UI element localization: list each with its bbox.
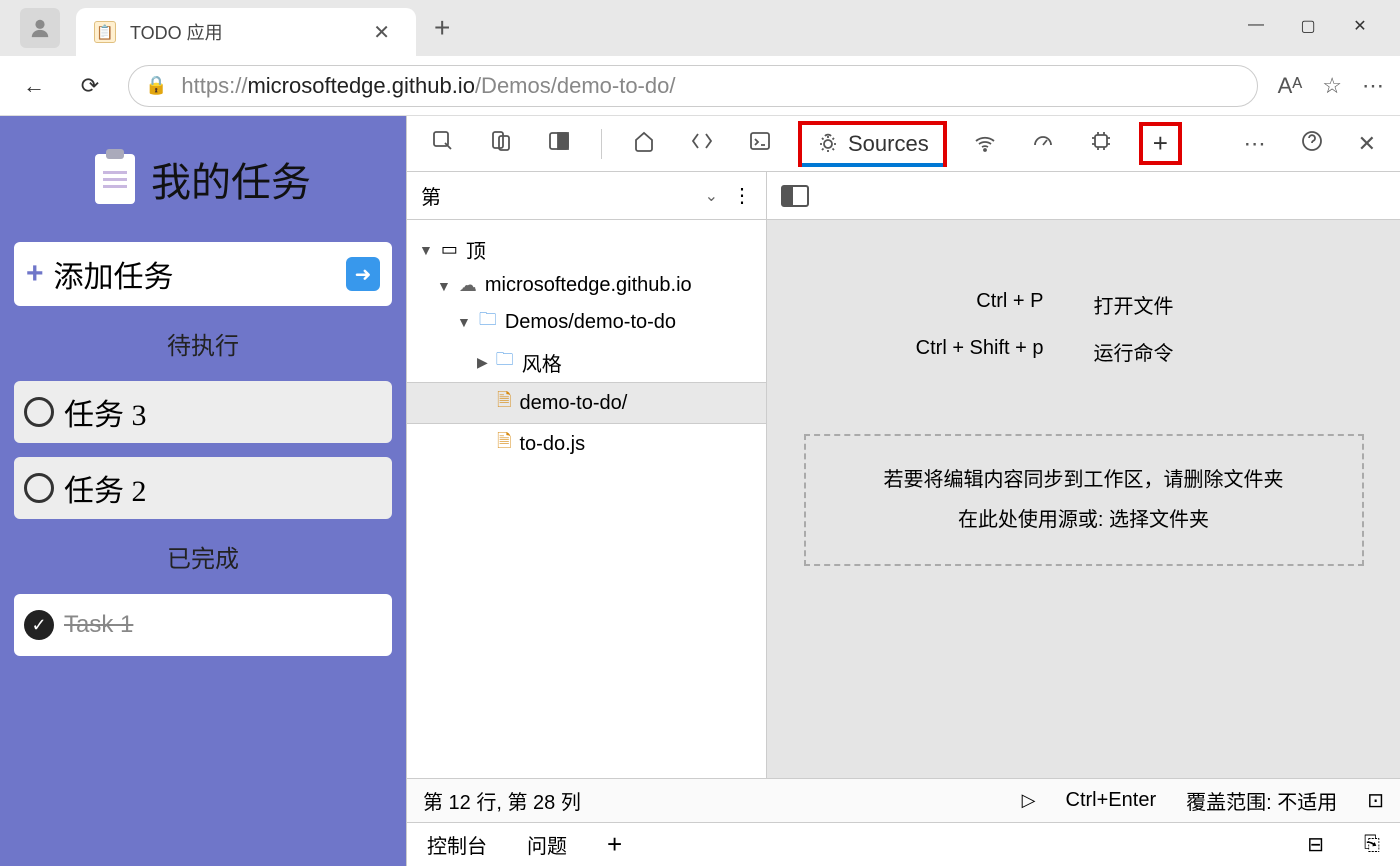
more-button[interactable]: ⋯ [1362,73,1384,99]
more-tabs-button[interactable]: + [1139,122,1182,165]
source-map-icon[interactable]: ⊡ [1367,788,1384,813]
pending-section-label: 待执行 [14,320,392,367]
task-item[interactable]: 任务 2 [14,457,392,519]
drawer-add-tab[interactable]: + [607,829,622,860]
drawer-icon-1[interactable]: ⊟ [1307,832,1324,857]
tree-top[interactable]: ▼▭顶 [407,230,766,269]
url-text: https://microsoftedge.github.io/Demos/de… [181,73,1240,99]
url-box[interactable]: 🔒 https://microsoftedge.github.io/Demos/… [128,65,1258,107]
app-header: 我的任务 [14,130,392,228]
editor-placeholder: Ctrl + P 打开文件 Ctrl + Shift + p 运行命令 若要将编辑内… [767,220,1400,778]
settings-menu-icon[interactable]: ⋯ [1236,125,1274,163]
tab-close-icon[interactable]: ✕ [365,16,398,49]
maximize-button[interactable]: ▢ [1298,16,1318,36]
todo-app: 我的任务 + 添加任务 ➜ 待执行 任务 3 任务 2 已完成 ✓ Task 1 [0,116,406,866]
tree-file-html[interactable]: 🗎demo-to-do/ [407,382,766,424]
performance-tab-icon[interactable] [1023,123,1063,165]
console-tab-icon[interactable] [740,123,780,165]
shortcut-key: Ctrl + P [874,290,1044,319]
sources-tab-label: Sources [848,131,929,157]
toggle-navigator-icon[interactable] [781,185,809,207]
plus-icon: + [26,257,44,291]
task-text: 任务 2 [64,466,147,510]
tree-host[interactable]: ▼☁microsoftedge.github.io [407,269,766,302]
completed-section-label: 已完成 [14,533,392,580]
browser-tab[interactable]: 📋 TODO 应用 ✕ [76,8,416,56]
window-titlebar: 📋 TODO 应用 ✕ + — ▢ ✕ [0,0,1400,56]
drop-text-2: 在此处使用源或: 选择文件夹 [846,500,1322,540]
drawer-icon-2[interactable]: ⎘ [1364,833,1380,856]
tree-path[interactable]: ▼🗀Demos/demo-to-do [407,302,766,342]
checkbox-unchecked-icon[interactable] [24,473,54,503]
drawer-issues-tab[interactable]: 问题 [527,830,567,859]
devtools-tabs: Sources + ⋯ ✕ [407,116,1400,172]
tree-file-js[interactable]: 🗎to-do.js [407,424,766,464]
tab-favicon: 📋 [94,21,116,43]
elements-tab-icon[interactable] [682,123,722,165]
shortcut-label: 运行命令 [1094,337,1294,366]
task-text: Task 1 [64,611,133,639]
minimize-button[interactable]: — [1246,16,1266,36]
cursor-position: 第 12 行, 第 28 列 [423,786,581,815]
drop-text-1: 若要将编辑内容同步到工作区，请删除文件夹 [846,460,1322,500]
tab-title: TODO 应用 [130,19,365,45]
run-icon[interactable]: ▷ [1022,790,1036,811]
coverage-label: 覆盖范围: 不适用 [1186,786,1337,815]
refresh-button[interactable]: ⟳ [72,68,108,104]
address-bar: ← ⟳ 🔒 https://microsoftedge.github.io/De… [0,56,1400,116]
drawer-console-tab[interactable]: 控制台 [427,830,487,859]
device-toggle-icon[interactable] [481,123,521,165]
more-options-icon[interactable]: ⋮ [732,183,752,208]
lock-icon[interactable]: 🔒 [145,75,167,96]
sources-subtab-label[interactable]: 第 [421,181,691,210]
close-window-button[interactable]: ✕ [1350,16,1370,36]
editor-status-bar: 第 12 行, 第 28 列 ▷ Ctrl+Enter 覆盖范围: 不适用 ⊡ [407,778,1400,822]
back-button[interactable]: ← [16,68,52,104]
shortcut-label: 打开文件 [1094,290,1294,319]
task-item[interactable]: 任务 3 [14,381,392,443]
run-shortcut: Ctrl+Enter [1066,789,1157,812]
submit-task-button[interactable]: ➜ [346,257,380,291]
devtools-drawer: 控制台 问题 + ⊟ ⎘ [407,822,1400,866]
inspect-icon[interactable] [423,123,463,165]
app-title: 我的任务 [151,150,311,208]
help-icon[interactable] [1292,123,1332,165]
memory-tab-icon[interactable] [1081,123,1121,165]
network-tab-icon[interactable] [965,123,1005,165]
tree-folder[interactable]: ▶🗀风格 [407,342,766,382]
task-text: 任务 3 [64,390,147,434]
checkbox-checked-icon[interactable]: ✓ [24,610,54,640]
checkbox-unchecked-icon[interactable] [24,397,54,427]
favorite-button[interactable]: ☆ [1322,73,1342,99]
window-controls: — ▢ ✕ [1246,16,1400,56]
welcome-tab-icon[interactable] [624,123,664,165]
sources-tab[interactable]: Sources [798,121,947,167]
dock-icon[interactable] [539,123,579,165]
workspace-drop-zone[interactable]: 若要将编辑内容同步到工作区，请删除文件夹 在此处使用源或: 选择文件夹 [804,434,1364,566]
sources-sub-bar: 第 ⌄ ⋮ [407,172,1400,220]
file-tree: ▼▭顶 ▼☁microsoftedge.github.io ▼🗀Demos/de… [407,220,767,778]
shortcut-key: Ctrl + Shift + p [874,337,1044,366]
task-item-completed[interactable]: ✓ Task 1 [14,594,392,656]
read-aloud-button[interactable]: Aᴬ [1278,73,1303,99]
devtools-panel: Sources + ⋯ ✕ 第 ⌄ ⋮ ▼▭顶 ▼☁microsof [406,116,1400,866]
clipboard-icon [95,154,135,204]
dropdown-icon[interactable]: ⌄ [705,186,718,206]
new-tab-button[interactable]: + [416,12,468,56]
add-task-input[interactable]: + 添加任务 ➜ [14,242,392,306]
close-devtools-icon[interactable]: ✕ [1350,125,1384,163]
profile-avatar[interactable] [20,8,60,48]
add-task-label: 添加任务 [54,252,336,296]
